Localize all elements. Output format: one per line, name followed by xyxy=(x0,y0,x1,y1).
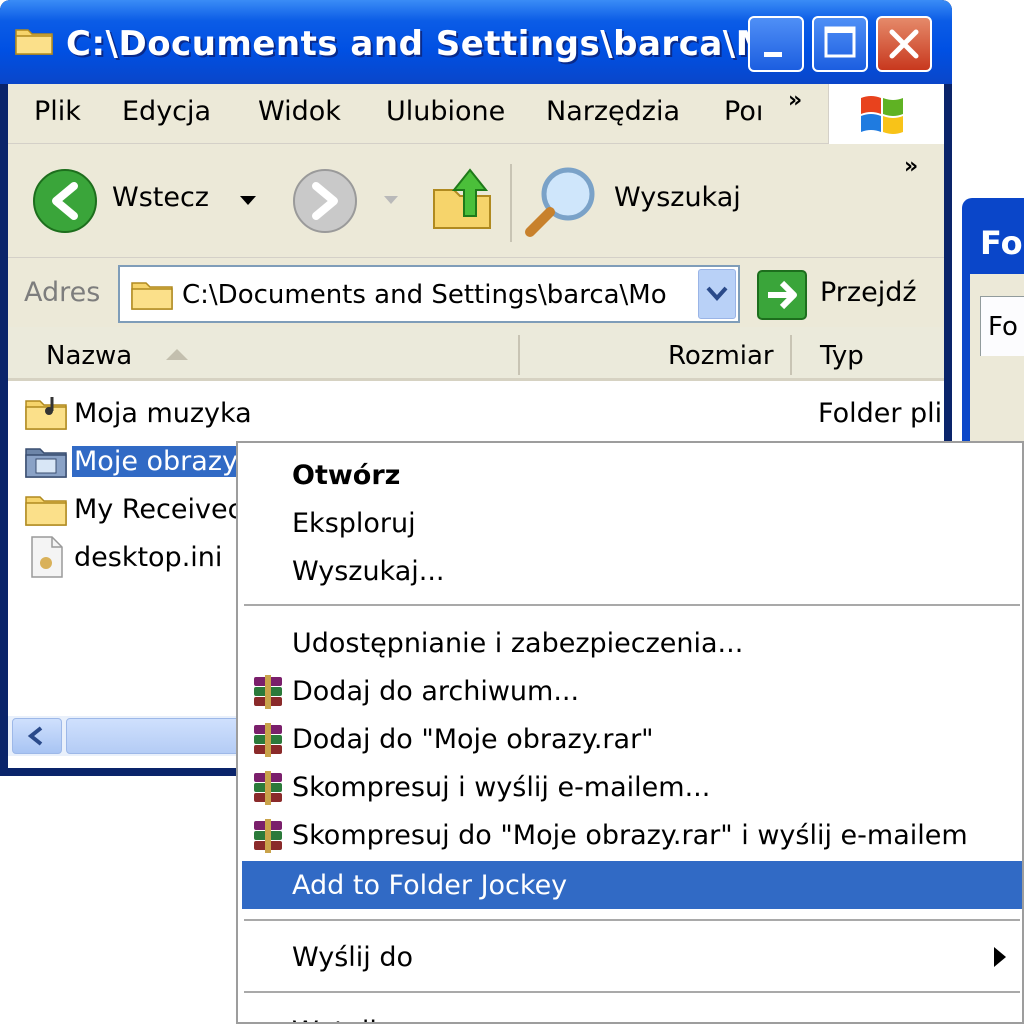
menu-item-compress-email[interactable]: Skompresuj i wyślij e-mailem... xyxy=(242,763,1022,811)
menu-item-label: Dodaj do archiwum... xyxy=(292,676,580,707)
background-window-tab-label: Fo xyxy=(988,312,1018,342)
toolbar-separator xyxy=(510,164,512,242)
column-name[interactable]: Nazwa xyxy=(46,341,132,371)
windows-logo xyxy=(828,84,944,144)
submenu-arrow-icon xyxy=(994,947,1006,967)
column-header: Nazwa Rozmiar Typ xyxy=(8,327,944,381)
menu-item-add-to-archive[interactable]: Dodaj do archiwum... xyxy=(242,667,1022,715)
background-window-body xyxy=(970,274,1024,448)
menu-separator xyxy=(244,604,1020,606)
go-label: Przejdź xyxy=(820,277,917,308)
file-name: Moja muzyka xyxy=(74,398,252,429)
maximize-button[interactable] xyxy=(812,16,868,72)
file-name: Moje obrazy xyxy=(72,446,260,477)
menu-item-label: Wytnij xyxy=(292,1016,377,1022)
sort-ascending-icon xyxy=(166,349,188,360)
menu-item-send-to[interactable]: Wyślij do xyxy=(242,933,1022,981)
music-folder-icon xyxy=(25,397,67,430)
winrar-icon xyxy=(254,819,282,853)
maximize-icon xyxy=(824,26,856,58)
menu-favorites[interactable]: Ulubione xyxy=(386,96,505,127)
back-dropdown-icon[interactable] xyxy=(240,196,256,205)
search-icon xyxy=(525,167,595,237)
winrar-icon xyxy=(254,675,282,709)
menu-item-sharing[interactable]: Udostępnianie i zabezpieczenia... xyxy=(242,619,1022,667)
menu-tools[interactable]: Narzędzia xyxy=(546,96,680,127)
menu-item-explore[interactable]: Eksploruj xyxy=(242,499,1022,547)
file-name: My Receivec xyxy=(74,494,243,525)
folder-icon xyxy=(15,29,53,55)
chevron-left-icon xyxy=(27,726,43,746)
menu-item-label: Skompresuj do "Moje obrazy.rar" i wyślij… xyxy=(292,820,968,851)
menu-item-search[interactable]: Wyszukaj... xyxy=(242,547,1022,595)
address-value: C:\Documents and Settings\barca\Mo xyxy=(182,280,667,310)
go-arrow-icon xyxy=(757,270,807,320)
address-dropdown-button[interactable] xyxy=(698,269,736,319)
title-bar[interactable]: C:\Documents and Settings\barca\M… xyxy=(0,0,952,84)
close-button[interactable] xyxy=(876,16,932,72)
menu-edit[interactable]: Edycja xyxy=(122,96,211,127)
column-size[interactable]: Rozmiar xyxy=(668,341,774,371)
forward-button[interactable] xyxy=(292,168,358,234)
window-title: C:\Documents and Settings\barca\M… xyxy=(66,24,805,64)
menu-item-label: Add to Folder Jockey xyxy=(292,870,568,901)
winrar-icon xyxy=(254,771,282,805)
list-item[interactable]: Moja muzyka Folder plil xyxy=(22,391,944,435)
context-menu: Otwórz Eksploruj Wyszukaj... Udostępnian… xyxy=(236,441,1024,1024)
scroll-thumb[interactable] xyxy=(66,718,246,754)
menu-item-label: Udostępnianie i zabezpieczenia... xyxy=(292,628,744,659)
folder-up-button[interactable] xyxy=(428,162,498,234)
menu-file[interactable]: Plik xyxy=(34,96,81,127)
forward-dropdown-icon xyxy=(384,196,398,204)
column-separator[interactable] xyxy=(518,335,520,375)
file-type: Folder plil xyxy=(818,398,944,429)
back-label: Wstecz xyxy=(112,182,209,213)
menu-separator xyxy=(244,991,1020,993)
menu-item-compress-rar-email[interactable]: Skompresuj do "Moje obrazy.rar" i wyślij… xyxy=(242,811,1022,859)
pictures-folder-icon xyxy=(25,448,67,478)
back-button[interactable]: Wstecz xyxy=(32,168,262,234)
toolbar-overflow-chevron[interactable]: » xyxy=(904,154,918,179)
menu-item-folder-jockey[interactable]: Add to Folder Jockey xyxy=(242,861,1022,909)
address-input[interactable]: C:\Documents and Settings\barca\Mo xyxy=(118,265,740,323)
menu-separator xyxy=(244,919,1020,921)
back-arrow-icon xyxy=(33,169,97,233)
minimize-icon xyxy=(764,52,782,57)
winrar-icon xyxy=(254,723,282,757)
scroll-left-button[interactable] xyxy=(12,718,62,754)
column-separator[interactable] xyxy=(790,335,792,375)
minimize-button[interactable] xyxy=(748,16,804,72)
search-button[interactable]: Wyszukaj xyxy=(522,162,752,237)
menu-overflow-chevron[interactable]: » xyxy=(788,88,802,113)
column-type[interactable]: Typ xyxy=(820,341,864,371)
ini-file-icon xyxy=(31,536,63,578)
background-window[interactable]: Fo Fo xyxy=(962,198,1024,448)
menu-view[interactable]: Widok xyxy=(258,96,341,127)
chevron-down-icon xyxy=(706,286,728,301)
folder-icon xyxy=(25,496,67,526)
menu-item-add-to-rar[interactable]: Dodaj do "Moje obrazy.rar" xyxy=(242,715,1022,763)
search-label: Wyszukaj xyxy=(614,182,741,213)
menu-item-open[interactable]: Otwórz xyxy=(242,451,1022,499)
address-bar: Adres C:\Documents and Settings\barca\Mo… xyxy=(8,259,944,327)
close-icon xyxy=(889,29,919,59)
toolbar: Wstecz Wyszukaj » xyxy=(8,146,944,258)
menu-item-cut[interactable]: Wytnij xyxy=(242,1007,1022,1022)
background-window-title: Fo xyxy=(980,224,1023,262)
go-button[interactable]: Przejdź xyxy=(756,269,936,321)
address-label: Adres xyxy=(24,277,101,308)
menu-item-label: Wyślij do xyxy=(292,942,414,973)
menu-item-label: Eksploruj xyxy=(292,508,416,539)
windows-flag-icon xyxy=(861,96,903,134)
menu-item-label: Dodaj do "Moje obrazy.rar" xyxy=(292,724,654,755)
menu-item-label: Wyszukaj... xyxy=(292,556,445,587)
menu-help[interactable]: Poı xyxy=(724,96,764,127)
menu-item-label: Otwórz xyxy=(292,460,401,491)
folder-icon xyxy=(131,282,173,310)
menu-bar: Plik Edycja Widok Ulubione Narzędzia Poı… xyxy=(8,84,944,144)
file-name: desktop.ini xyxy=(74,542,223,573)
menu-item-label: Skompresuj i wyślij e-mailem... xyxy=(292,772,711,803)
